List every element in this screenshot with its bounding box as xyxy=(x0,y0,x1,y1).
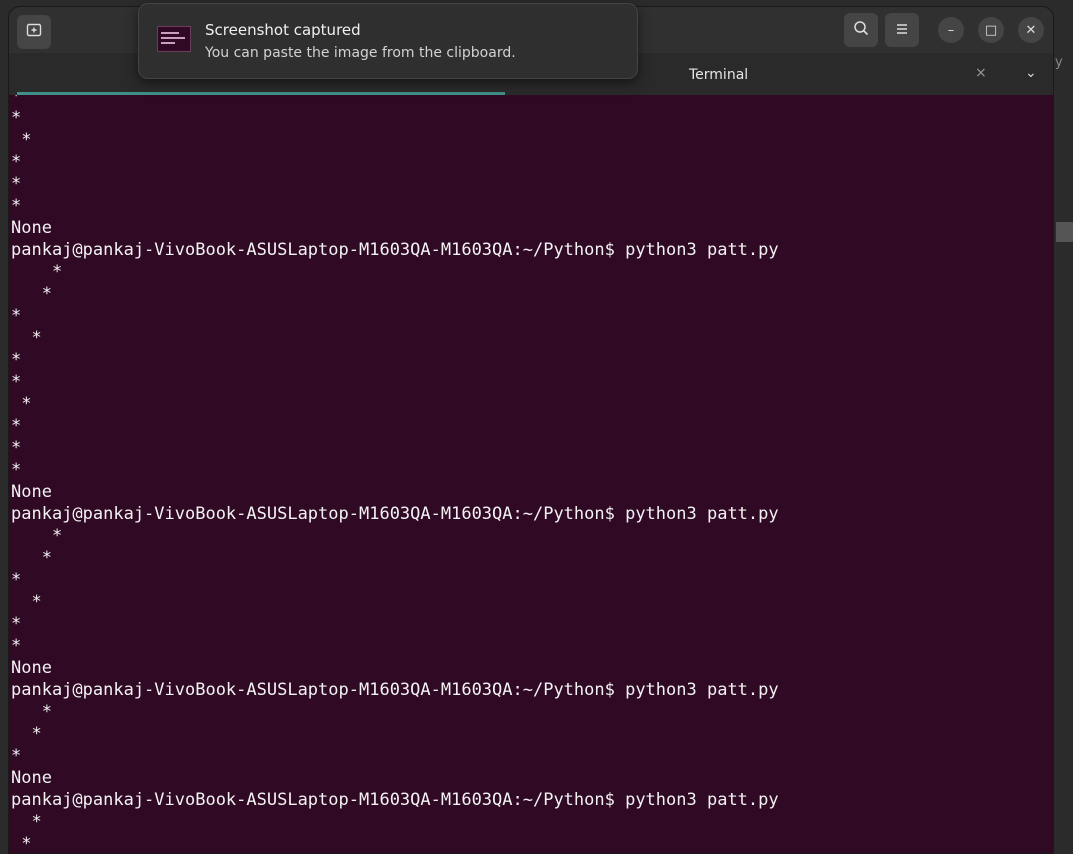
tab-close-icon[interactable]: × xyxy=(975,65,987,81)
terminal-line: pankaj@pankaj-VivoBook-ASUSLaptop-M1603Q… xyxy=(11,680,779,700)
terminal-line: * xyxy=(11,130,32,150)
terminal-line: * xyxy=(11,460,22,480)
terminal-window: – □ ✕ Terminal × ⌄ * * * * * * None pankaj@pan… xyxy=(8,6,1054,854)
terminal-line: * xyxy=(11,394,32,414)
background-window-edge xyxy=(1054,58,1073,854)
chevron-down-icon[interactable]: ⌄ xyxy=(1025,65,1037,81)
notification-title: Screenshot captured xyxy=(205,21,361,39)
menu-button[interactable] xyxy=(885,13,919,47)
notification-message: You can paste the image from the clipboa… xyxy=(205,45,516,61)
terminal-line: pankaj@pankaj-VivoBook-ASUSLaptop-M1603Q… xyxy=(11,790,779,810)
terminal-line: * xyxy=(11,306,22,326)
terminal-line: None xyxy=(11,768,52,788)
hamburger-menu-icon xyxy=(895,21,909,40)
search-icon xyxy=(853,20,869,40)
terminal-line: pankaj@pankaj-VivoBook-ASUSLaptop-M1603Q… xyxy=(11,240,779,260)
terminal-line: * xyxy=(11,724,42,744)
terminal-line: * xyxy=(11,438,22,458)
search-button[interactable] xyxy=(844,13,878,47)
terminal-line: * xyxy=(11,636,22,656)
terminal-line: * xyxy=(11,372,22,392)
terminal-line: * xyxy=(11,262,63,282)
screenshot-thumbnail xyxy=(157,26,191,52)
terminal-line: * xyxy=(11,196,22,216)
terminal-line: * xyxy=(11,152,22,172)
terminal-text: * * * * * * None pankaj@pankaj-VivoBook-ASUSLa… xyxy=(11,95,779,854)
terminal-line: * xyxy=(11,834,32,854)
terminal-line: * xyxy=(11,95,22,106)
terminal-line: * xyxy=(11,592,42,612)
terminal-line: * xyxy=(11,812,42,832)
terminal-output[interactable]: * * * * * * None pankaj@pankaj-VivoBook-ASUSLa… xyxy=(9,95,1043,854)
terminal-line: * xyxy=(11,526,63,546)
terminal-line: None xyxy=(11,482,52,502)
close-button[interactable]: ✕ xyxy=(1018,17,1044,43)
terminal-line: * xyxy=(11,570,22,590)
terminal-line: None xyxy=(11,658,52,678)
terminal-line: * xyxy=(11,350,22,370)
terminal-line: * xyxy=(11,416,22,436)
terminal-line: * xyxy=(11,702,52,722)
terminal-line: * xyxy=(11,108,22,128)
new-tab-button[interactable] xyxy=(17,15,51,49)
background-window-bar xyxy=(1056,222,1073,242)
minimize-button[interactable]: – xyxy=(938,17,964,43)
tab-terminal[interactable]: Terminal xyxy=(689,67,748,83)
new-tab-icon xyxy=(26,22,42,42)
screenshot-notification[interactable]: Screenshot captured You can paste the im… xyxy=(138,3,638,79)
terminal-line: * xyxy=(11,284,52,304)
terminal-line: None xyxy=(11,218,52,238)
terminal-line: * xyxy=(11,328,42,348)
terminal-line: * xyxy=(11,548,52,568)
background-window-text: y xyxy=(1055,55,1063,70)
terminal-line: * xyxy=(11,174,22,194)
terminal-line: pankaj@pankaj-VivoBook-ASUSLaptop-M1603Q… xyxy=(11,504,779,524)
maximize-button[interactable]: □ xyxy=(978,17,1004,43)
terminal-line: * xyxy=(11,614,22,634)
terminal-line: * xyxy=(11,746,22,766)
